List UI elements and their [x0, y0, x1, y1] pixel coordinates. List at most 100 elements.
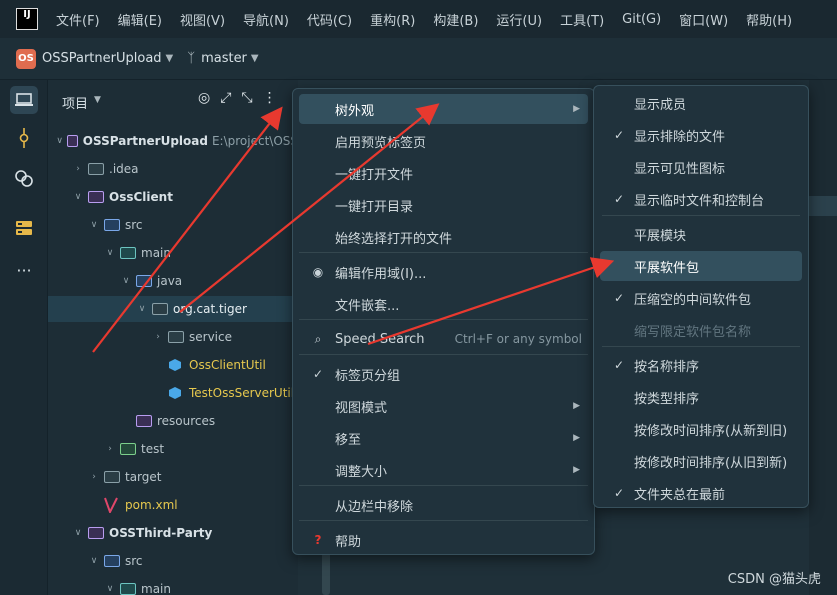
chevron-down-icon[interactable]: ∨	[72, 528, 84, 538]
submenu-item[interactable]: ✓ 按名称排序	[600, 350, 802, 380]
tree-node[interactable]: ∨ OSSPartnerUpload E:\project\OSS	[48, 128, 298, 154]
submenu-item[interactable]: ✓ 压缩空的中间软件包	[600, 283, 802, 313]
tree-node[interactable]: ∨ main	[48, 576, 298, 595]
context-menu-item[interactable]: 始终选择打开的文件	[299, 222, 588, 252]
menu-refactor[interactable]: 重构(R)	[370, 10, 415, 29]
tree-node[interactable]: › .idea	[48, 156, 298, 182]
services-tool-icon[interactable]	[10, 164, 38, 192]
project-badge[interactable]: OS	[16, 48, 36, 69]
context-menu-item[interactable]: 调整大小 ▶	[299, 455, 588, 485]
tree-node[interactable]: pom.xml	[48, 492, 298, 518]
submenu-item[interactable]: 按类型排序	[600, 382, 802, 412]
context-menu-item[interactable]: 文件嵌套...	[299, 289, 588, 319]
tree-node[interactable]: ∨ main	[48, 240, 298, 266]
tree-node[interactable]: ∨ OSSThird-Party	[48, 520, 298, 546]
context-menu-item[interactable]: ◉ 编辑作用域(I)...	[299, 257, 588, 287]
menu-build[interactable]: 构建(B)	[433, 10, 478, 29]
submenu-item[interactable]: ✓ 显示临时文件和控制台	[600, 184, 802, 214]
commit-tool-icon[interactable]	[10, 124, 38, 152]
menu-view[interactable]: 视图(V)	[180, 10, 225, 29]
chevron-down-icon[interactable]: ∨	[104, 584, 116, 594]
tree-node[interactable]: resources	[48, 408, 298, 434]
submenu-arrow-icon: ▶	[573, 433, 580, 443]
database-tool-icon[interactable]	[10, 214, 38, 242]
submenu-item[interactable]: ✓ 显示排除的文件	[600, 120, 802, 150]
chevron-down-icon[interactable]: ∨	[88, 556, 100, 566]
menu-help[interactable]: 帮助(H)	[746, 10, 792, 29]
context-menu-item-label: 视图模式	[335, 400, 388, 416]
submenu-item[interactable]: 平展软件包	[600, 251, 802, 281]
context-menu-item[interactable]: 移至 ▶	[299, 423, 588, 453]
menu-edit[interactable]: 编辑(E)	[118, 10, 162, 29]
context-menu-item[interactable]: 从边栏中移除	[299, 490, 588, 520]
chevron-right-icon[interactable]: ›	[152, 332, 164, 342]
chevron-down-icon[interactable]: ▼	[166, 53, 174, 64]
check-icon: ✓	[312, 367, 324, 381]
tree-node[interactable]: ∨ src	[48, 548, 298, 574]
context-menu-item[interactable]: 树外观 ▶	[299, 94, 588, 124]
chevron-right-icon[interactable]: ›	[72, 164, 84, 174]
menu-file[interactable]: 文件(F)	[56, 10, 100, 29]
intellij-logo-icon[interactable]: IJ	[16, 8, 38, 30]
panel-title[interactable]: 项目	[62, 93, 88, 112]
tree-node-label: java	[157, 274, 183, 288]
tree-node[interactable]: ∨ java	[48, 268, 298, 294]
submenu-arrow-icon: ▶	[573, 104, 580, 114]
submenu-item[interactable]: 按修改时间排序(从旧到新)	[600, 446, 802, 476]
tree-node[interactable]: ∨ OssClient	[48, 184, 298, 210]
menu-run[interactable]: 运行(U)	[496, 10, 542, 29]
submenu-item[interactable]: 按修改时间排序(从新到旧)	[600, 414, 802, 444]
submenu-item[interactable]: 显示成员	[600, 88, 802, 118]
project-tool-icon[interactable]	[10, 86, 38, 114]
gutter-highlight	[809, 196, 837, 216]
chevron-down-icon[interactable]: ∨	[88, 220, 100, 230]
context-menu-item[interactable]: ✓ 标签页分组	[299, 359, 588, 389]
more-tools-icon[interactable]: ···	[10, 256, 38, 284]
project-selector[interactable]: OSSPartnerUpload	[42, 51, 162, 66]
menu-code[interactable]: 代码(C)	[307, 10, 352, 29]
submenu-item[interactable]: 平展模块	[600, 219, 802, 249]
tree-node[interactable]: TestOssServerUtil	[48, 380, 298, 406]
menu-tools[interactable]: 工具(T)	[560, 10, 604, 29]
expand-all-icon[interactable]: ⤢	[220, 90, 231, 106]
check-icon: ✓	[613, 358, 625, 372]
tree-node[interactable]: › target	[48, 464, 298, 490]
check-icon: ✓	[613, 128, 625, 142]
chevron-down-icon[interactable]: ∨	[104, 248, 116, 258]
context-menu-item-label: Speed Search	[335, 331, 425, 347]
options-menu-icon[interactable]: ⋮	[263, 90, 277, 106]
chevron-down-icon[interactable]: ▼	[94, 95, 101, 105]
chevron-down-icon[interactable]: ∨	[56, 136, 63, 146]
tree-node-label: org.cat.tiger	[173, 302, 247, 316]
submenu-item-label: 按类型排序	[634, 391, 700, 407]
tool-window-strip: ···	[0, 80, 48, 595]
chevron-down-icon[interactable]: ▼	[251, 53, 259, 64]
tree-node[interactable]: ∨ org.cat.tiger	[48, 296, 298, 322]
submenu-item-label: 显示排除的文件	[634, 129, 726, 145]
chevron-right-icon[interactable]: ›	[104, 444, 116, 454]
tree-node[interactable]: › service	[48, 324, 298, 350]
submenu-item[interactable]: 显示可见性图标	[600, 152, 802, 182]
tree-node[interactable]: ∨ src	[48, 212, 298, 238]
context-menu-item[interactable]: 一键打开文件	[299, 158, 588, 188]
context-menu-item[interactable]: 启用预览标签页	[299, 126, 588, 156]
context-menu-item[interactable]: 视图模式 ▶	[299, 391, 588, 421]
chevron-down-icon[interactable]: ∨	[72, 192, 84, 202]
context-menu-item[interactable]: ⌕ Speed Search Ctrl+F or any symbol	[299, 324, 588, 354]
context-menu-item[interactable]: 一键打开目录	[299, 190, 588, 220]
tree-node[interactable]: OssClientUtil	[48, 352, 298, 378]
submenu-item[interactable]: ✓ 文件夹总在最前	[600, 478, 802, 508]
menu-git[interactable]: Git(G)	[622, 12, 661, 27]
radio-selected-icon: ◉	[312, 265, 324, 279]
locate-file-icon[interactable]: ◎	[198, 90, 210, 106]
collapse-all-icon[interactable]: ⤡	[241, 90, 252, 106]
chevron-down-icon[interactable]: ∨	[136, 304, 148, 314]
chevron-down-icon[interactable]: ∨	[120, 276, 132, 286]
context-menu-item[interactable]: ? 帮助	[299, 525, 588, 555]
branch-selector[interactable]: master	[201, 51, 247, 66]
check-icon: ✓	[613, 291, 625, 305]
menu-window[interactable]: 窗口(W)	[679, 10, 728, 29]
chevron-right-icon[interactable]: ›	[88, 472, 100, 482]
menu-navigate[interactable]: 导航(N)	[243, 10, 289, 29]
tree-node[interactable]: › test	[48, 436, 298, 462]
